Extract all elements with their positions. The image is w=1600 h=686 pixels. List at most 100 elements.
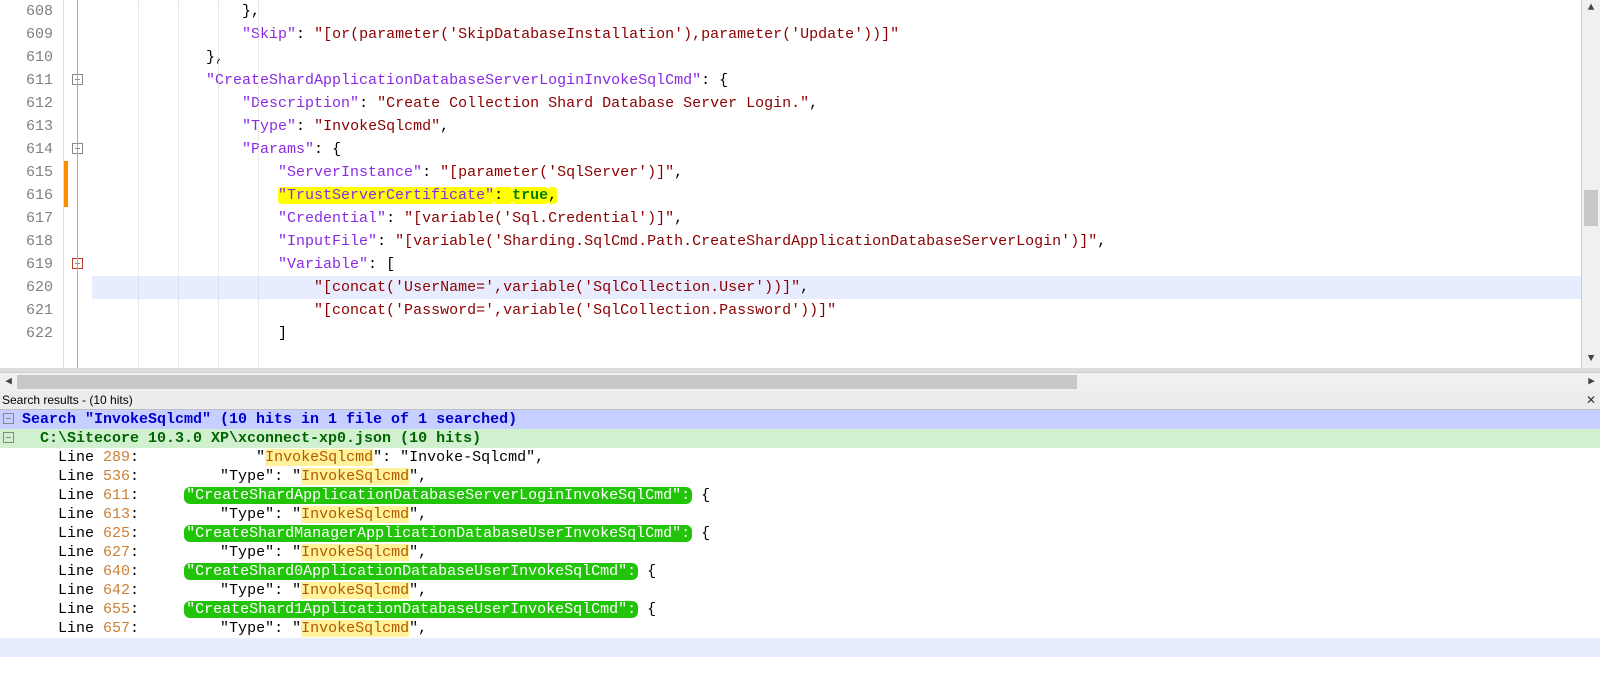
- search-result-line[interactable]: Line 640: "CreateShard0ApplicationDataba…: [0, 562, 1600, 581]
- colon: :: [130, 487, 148, 504]
- vertical-scrollbar[interactable]: ▲ ▼: [1581, 0, 1600, 368]
- token-punc: :: [296, 118, 314, 135]
- search-results-panel[interactable]: Search "InvokeSqlcmd" (10 hits in 1 file…: [0, 410, 1600, 682]
- token-punc: :: [368, 256, 386, 273]
- code-line[interactable]: "InputFile": "[variable('Sharding.SqlCmd…: [92, 230, 1581, 253]
- colon: :: [130, 601, 148, 618]
- fold-guide-line: [77, 0, 78, 368]
- code-line[interactable]: "[concat('UserName=',variable('SqlCollec…: [92, 276, 1581, 299]
- code-line[interactable]: "Skip": "[or(parameter('SkipDatabaseInst…: [92, 23, 1581, 46]
- search-result-line[interactable]: Line 642: "Type": "InvokeSqlcmd",: [0, 581, 1600, 600]
- line-number[interactable]: 610: [0, 46, 63, 69]
- token-punc: ,: [440, 118, 449, 135]
- line-number[interactable]: 612: [0, 92, 63, 115]
- code-line[interactable]: "Type": "InvokeSqlcmd",: [92, 115, 1581, 138]
- code-line[interactable]: "[concat('Password=',variable('SqlCollec…: [92, 299, 1581, 322]
- text: {: [692, 525, 710, 542]
- code-line[interactable]: },: [92, 0, 1581, 23]
- token-key: "InputFile": [278, 233, 377, 250]
- text: ",: [409, 582, 427, 599]
- line-number[interactable]: 614: [0, 138, 63, 161]
- code-line[interactable]: },: [92, 46, 1581, 69]
- token-punc: ,: [674, 164, 683, 181]
- search-result-line[interactable]: Line 627: "Type": "InvokeSqlcmd",: [0, 543, 1600, 562]
- line-number[interactable]: 620: [0, 276, 63, 299]
- code-line[interactable]: "ServerInstance": "[parameter('SqlServer…: [92, 161, 1581, 184]
- code-line[interactable]: "Credential": "[variable('Sql.Credential…: [92, 207, 1581, 230]
- scrollbar-thumb[interactable]: [17, 375, 1077, 389]
- match-text: InvokeSqlcmd: [301, 582, 409, 599]
- search-header[interactable]: Search "InvokeSqlcmd" (10 hits in 1 file…: [0, 410, 1600, 429]
- token-punc: :: [314, 141, 332, 158]
- colon: :: [130, 582, 148, 599]
- line-number: 611: [103, 487, 130, 504]
- match-text: InvokeSqlcmd: [301, 544, 409, 561]
- line-number: 627: [103, 544, 130, 561]
- scroll-left-icon[interactable]: ◀: [0, 373, 17, 391]
- line-number: 640: [103, 563, 130, 580]
- token-str: "[concat('Password=',variable('SqlCollec…: [314, 302, 836, 319]
- code-area[interactable]: }, "Skip": "[or(parameter('SkipDatabaseI…: [92, 0, 1581, 368]
- colon: :: [130, 449, 148, 466]
- token-punc: :: [494, 187, 512, 204]
- line-number[interactable]: 619: [0, 253, 63, 276]
- scroll-down-icon[interactable]: ▼: [1582, 351, 1600, 368]
- search-result-line[interactable]: Line 657: "Type": "InvokeSqlcmd",: [0, 619, 1600, 638]
- line-number: 642: [103, 582, 130, 599]
- token-punc: ,: [1097, 233, 1106, 250]
- line-label: Line: [22, 563, 103, 580]
- line-number[interactable]: 613: [0, 115, 63, 138]
- line-number[interactable]: 622: [0, 322, 63, 345]
- scrollbar-thumb[interactable]: [1584, 190, 1598, 226]
- indent-guide: [178, 0, 179, 368]
- line-number[interactable]: 608: [0, 0, 63, 23]
- text: {: [638, 563, 656, 580]
- code-line[interactable]: "Params": {: [92, 138, 1581, 161]
- line-number-gutter[interactable]: 6086096106116126136146156166176186196206…: [0, 0, 64, 368]
- line-number[interactable]: 616: [0, 184, 63, 207]
- line-number[interactable]: 617: [0, 207, 63, 230]
- fold-box-icon[interactable]: [3, 413, 14, 424]
- search-result-line[interactable]: Line 655: "CreateShard1ApplicationDataba…: [0, 600, 1600, 619]
- line-number[interactable]: 615: [0, 161, 63, 184]
- search-file-header[interactable]: C:\Sitecore 10.3.0 XP\xconnect-xp0.json …: [0, 429, 1600, 448]
- code-line[interactable]: "TrustServerCertificate": true,: [92, 184, 1581, 207]
- search-cursor-line[interactable]: [0, 638, 1600, 657]
- search-result-line[interactable]: Line 611: "CreateShardApplicationDatabas…: [0, 486, 1600, 505]
- match-text: InvokeSqlcmd: [301, 468, 409, 485]
- line-number[interactable]: 609: [0, 23, 63, 46]
- code-line[interactable]: ]: [92, 322, 1581, 345]
- token-key: "Skip": [242, 26, 296, 43]
- change-marker: [64, 161, 68, 184]
- search-results-title-bar: Search results - (10 hits) ✕: [0, 391, 1600, 410]
- token-brace: },: [206, 49, 224, 66]
- close-icon[interactable]: ✕: [1582, 391, 1600, 409]
- search-result-line[interactable]: Line 536: "Type": "InvokeSqlcmd",: [0, 467, 1600, 486]
- scroll-right-icon[interactable]: ▶: [1583, 373, 1600, 391]
- search-result-line[interactable]: Line 289: "InvokeSqlcmd": "Invoke-Sqlcmd…: [0, 448, 1600, 467]
- scroll-up-icon[interactable]: ▲: [1582, 0, 1600, 17]
- fold-box-icon[interactable]: [3, 432, 14, 443]
- line-label: Line: [22, 487, 103, 504]
- search-result-line[interactable]: Line 625: "CreateShardManagerApplication…: [0, 524, 1600, 543]
- code-line[interactable]: "Description": "Create Collection Shard …: [92, 92, 1581, 115]
- search-result-line[interactable]: Line 613: "Type": "InvokeSqlcmd",: [0, 505, 1600, 524]
- scrollbar-track[interactable]: [17, 373, 1583, 391]
- line-number[interactable]: 611: [0, 69, 63, 92]
- line-label: Line: [22, 544, 103, 561]
- fold-column[interactable]: [64, 0, 92, 368]
- code-line[interactable]: "Variable": [: [92, 253, 1581, 276]
- text: ": [148, 449, 265, 466]
- line-number[interactable]: 621: [0, 299, 63, 322]
- line-number[interactable]: 618: [0, 230, 63, 253]
- token-key: "Type": [242, 118, 296, 135]
- tree-fold-column[interactable]: [0, 410, 18, 682]
- line-number: 657: [103, 620, 130, 637]
- text: "Type": ": [148, 620, 301, 637]
- line-label: Line: [22, 582, 103, 599]
- token-punc: :: [377, 233, 395, 250]
- code-line[interactable]: "CreateShardApplicationDatabaseServerLog…: [92, 69, 1581, 92]
- horizontal-scrollbar[interactable]: ◀ ▶: [0, 372, 1600, 391]
- highlighted-key: "CreateShard0ApplicationDatabaseUserInvo…: [184, 563, 638, 580]
- token-brace: ]: [278, 325, 287, 342]
